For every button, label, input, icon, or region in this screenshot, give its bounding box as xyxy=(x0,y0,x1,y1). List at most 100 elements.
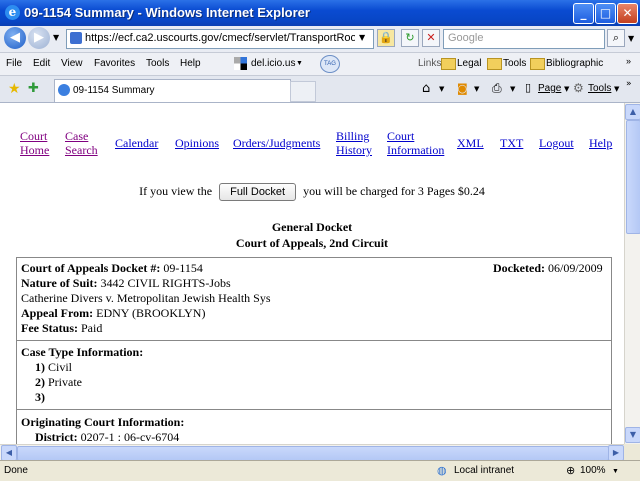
lock-icon[interactable]: 🔒 xyxy=(377,29,395,47)
nature-label: Nature of Suit: xyxy=(21,276,98,290)
docket-heading: General Docket xyxy=(271,220,353,234)
scroll-right-icon[interactable]: ▶ xyxy=(608,445,624,461)
docket-number-row: Court of Appeals Docket #: 09-1154 xyxy=(21,261,203,276)
originating-court-heading: Originating Court Information: xyxy=(21,415,185,429)
print-icon[interactable]: ⎙ xyxy=(492,81,502,96)
menu-view[interactable]: View xyxy=(61,58,83,69)
new-tab-button[interactable] xyxy=(290,81,316,102)
link-bibliographic[interactable]: Bibliographic xyxy=(546,58,603,69)
favorites-star-icon[interactable]: ★ xyxy=(8,81,21,97)
nav-orders-judgments[interactable]: Orders/Judgments xyxy=(233,136,320,150)
scroll-up-icon[interactable]: ▲ xyxy=(625,104,640,120)
nature-value: 3442 CIVIL RIGHTS-Jobs xyxy=(100,276,231,290)
link-legal[interactable]: Legal xyxy=(457,58,481,69)
zoom-dropdown-icon[interactable]: ▼ xyxy=(612,468,619,475)
appeal-label: Appeal From: xyxy=(21,306,94,320)
vertical-scrollbar[interactable]: ▲ ▼ xyxy=(624,103,640,444)
district-row: District: 0207-1 : 06-cv-6704 xyxy=(35,430,179,444)
delicious-dropdown-icon[interactable]: ▼ xyxy=(296,60,303,67)
nav-logout[interactable]: Logout xyxy=(539,136,574,150)
scroll-down-icon[interactable]: ▼ xyxy=(625,427,640,443)
url-dropdown-icon[interactable]: ▼ xyxy=(359,33,365,42)
docketed-value: 06/09/2009 xyxy=(547,261,603,275)
nav-calendar[interactable]: Calendar xyxy=(115,136,158,150)
menu-edit[interactable]: Edit xyxy=(33,58,50,69)
scroll-corner xyxy=(624,444,640,460)
tools-dropdown-icon[interactable]: ▼ xyxy=(614,85,619,93)
url-input[interactable]: https://ecf.ca2.uscourts.gov/cmecf/servl… xyxy=(66,29,374,49)
vertical-scroll-thumb[interactable] xyxy=(626,120,640,234)
nav-opinions[interactable]: Opinions xyxy=(175,136,219,150)
forward-button[interactable]: ▶ xyxy=(28,27,50,49)
menu-bar: File Edit View Favorites Tools Help del.… xyxy=(0,53,640,76)
intranet-icon: ◍ xyxy=(437,465,447,477)
nav-help[interactable]: Help xyxy=(589,136,612,150)
nav-billing-line2: History xyxy=(336,143,372,157)
tab-09-1154-summary[interactable]: 09-1154 Summary xyxy=(54,79,291,102)
full-docket-button[interactable]: Full Docket xyxy=(219,183,297,201)
search-options-icon[interactable]: ▼ xyxy=(628,34,634,43)
back-button[interactable]: ◀ xyxy=(4,27,26,49)
nav-court-information[interactable]: Court Information xyxy=(387,129,444,157)
home-dropdown-icon[interactable]: ▼ xyxy=(439,85,444,93)
charge-prefix: If you view the xyxy=(139,183,213,198)
home-icon[interactable]: ⌂ xyxy=(422,81,430,96)
folder-icon xyxy=(530,58,545,70)
print-dropdown-icon[interactable]: ▼ xyxy=(510,85,515,93)
window-title: 09-1154 Summary - Windows Internet Explo… xyxy=(24,5,310,20)
horizontal-scrollbar[interactable]: ◀ ▶ xyxy=(0,444,624,461)
page-icon xyxy=(70,32,82,44)
stop-icon[interactable]: ✕ xyxy=(422,29,440,47)
delicious-button[interactable]: del.icio.us xyxy=(251,58,295,69)
menu-help[interactable]: Help xyxy=(180,58,201,69)
horizontal-scroll-thumb[interactable] xyxy=(17,446,609,461)
nav-case-search[interactable]: Case Search xyxy=(65,129,98,157)
delicious-icon[interactable] xyxy=(234,57,247,70)
tab-label: 09-1154 Summary xyxy=(73,85,155,96)
zoom-level[interactable]: 100% xyxy=(580,465,606,476)
more-links-icon[interactable]: » xyxy=(626,56,631,66)
docket-summary-box: Court of Appeals Docket #: 09-1154 Docke… xyxy=(16,257,612,444)
nav-txt[interactable]: TXT xyxy=(500,136,523,150)
more-tools-icon[interactable]: » xyxy=(626,79,632,89)
court-heading: Court of Appeals, 2nd Circuit xyxy=(235,236,389,250)
appeal-value: EDNY (BROOKLYN) xyxy=(96,306,206,320)
nav-case-search-line1: Case xyxy=(65,129,89,143)
nav-court-home[interactable]: Court Home xyxy=(20,129,49,157)
url-text: https://ecf.ca2.uscourts.gov/cmecf/servl… xyxy=(85,32,355,44)
history-dropdown-icon[interactable]: ▼ xyxy=(53,33,59,42)
menu-file[interactable]: File xyxy=(6,58,22,69)
nav-billing-line1: Billing xyxy=(336,129,370,143)
docketed-row: Docketed: 06/09/2009 xyxy=(493,261,603,276)
tag-button[interactable]: TAG xyxy=(320,55,340,73)
divider xyxy=(17,409,611,410)
menu-favorites[interactable]: Favorites xyxy=(94,58,135,69)
link-tools[interactable]: Tools xyxy=(503,58,526,69)
menu-tools[interactable]: Tools xyxy=(146,58,169,69)
feeds-icon[interactable]: ◙ xyxy=(457,82,468,95)
search-input[interactable]: Google xyxy=(443,29,605,49)
nav-court-info-line2: Information xyxy=(387,143,445,157)
nav-billing-history[interactable]: Billing History xyxy=(336,129,372,157)
zoom-icon[interactable]: ⊕ xyxy=(566,464,575,477)
charge-notice: If you view the Full Docket you will be … xyxy=(0,183,624,201)
page-icon: ▯ xyxy=(525,81,532,94)
refresh-icon[interactable]: ↻ xyxy=(401,29,419,47)
page-menu-button[interactable]: Page xyxy=(538,83,561,94)
charge-suffix: you will be charged for 3 Pages $0.24 xyxy=(303,183,485,198)
tools-menu-button[interactable]: Tools xyxy=(588,83,611,94)
docket-number-label: Court of Appeals Docket #: xyxy=(21,261,161,275)
add-favorites-icon[interactable]: ✚ xyxy=(28,81,39,96)
page-dropdown-icon[interactable]: ▼ xyxy=(564,85,569,93)
nav-court-home-line1: Court xyxy=(20,129,48,143)
scroll-left-icon[interactable]: ◀ xyxy=(1,445,17,461)
maximize-button[interactable]: □ xyxy=(595,3,616,24)
nav-case-search-line2: Search xyxy=(65,143,98,157)
status-text: Done xyxy=(4,465,28,476)
minimize-button[interactable]: _ xyxy=(573,3,594,24)
search-icon[interactable]: ⌕ xyxy=(607,29,625,47)
close-button[interactable]: ✕ xyxy=(617,3,638,24)
feeds-dropdown-icon[interactable]: ▼ xyxy=(474,85,479,93)
docketed-label: Docketed: xyxy=(493,261,545,275)
nav-xml[interactable]: XML xyxy=(457,136,484,150)
